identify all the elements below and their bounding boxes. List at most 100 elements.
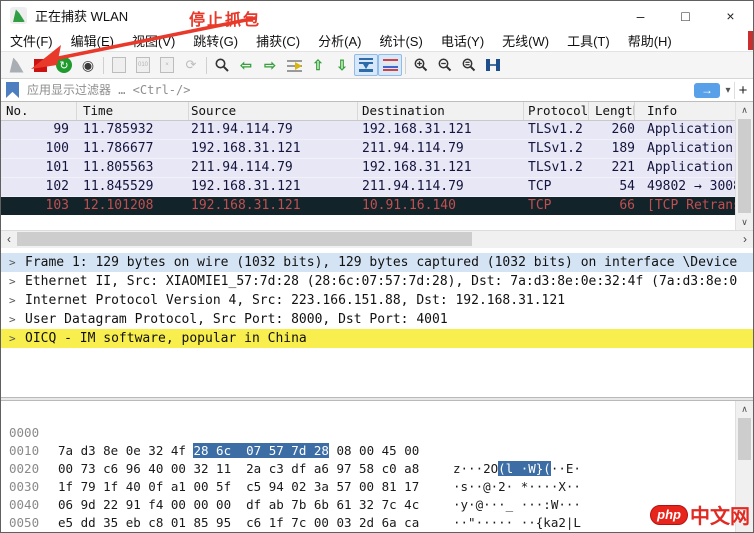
expander-icon[interactable]: > (9, 310, 16, 329)
go-top-button[interactable]: ⇧ (306, 54, 330, 76)
column-header-info[interactable]: Info (635, 102, 738, 120)
close-button[interactable]: × (708, 1, 753, 30)
go-to-packet-button[interactable] (282, 54, 306, 76)
hex-row[interactable]: 0050 1e 08 bd 46 2a 5d 1f ba 6e fb 3a bf… (1, 496, 736, 530)
cell-source: 192.168.31.121 (191, 179, 301, 194)
cell-source: 192.168.31.121 (191, 141, 301, 156)
resize-columns-button[interactable] (481, 54, 505, 76)
display-filter-input[interactable] (25, 80, 694, 100)
close-file-button[interactable]: × (155, 54, 179, 76)
colorize-toggle[interactable] (378, 54, 402, 76)
hex-row[interactable]: 0060 e1 88 aa ba fe 56 a0 ac fc 72 45 99… (1, 514, 736, 532)
save-file-button[interactable]: 010 (131, 54, 155, 76)
zoom-out-button[interactable] (433, 54, 457, 76)
menu-tools[interactable]: 工具(T) (558, 31, 619, 50)
packet-row[interactable]: 101 11.805563 211.94.114.79 192.168.31.121 T… (1, 159, 738, 178)
hex-row[interactable]: 0020 1f 79 1f 40 0f a1 00 5f c5 94 02 3a… (1, 442, 736, 512)
packet-row[interactable]: 102 11.845529 192.168.31.121 211.94.114.79 T… (1, 178, 738, 197)
restart-capture-button[interactable]: ↻ (52, 54, 76, 76)
zoom-in-button[interactable] (409, 54, 433, 76)
expander-icon[interactable]: > (9, 329, 16, 348)
go-forward-button[interactable]: ⇨ (258, 54, 282, 76)
cell-info: Application (647, 160, 734, 175)
detail-row-ip[interactable]: > Internet Protocol Version 4, Src: 223.1… (1, 291, 753, 310)
reload-button[interactable]: ⟳ (179, 54, 203, 76)
hex-row[interactable]: 0010 00 73 c6 96 40 00 32 11 2a c3 df a6… (1, 424, 736, 494)
menu-analyze[interactable]: 分析(A) (309, 31, 370, 50)
column-header-length[interactable]: Length (589, 102, 635, 120)
scroll-left-icon[interactable]: ‹ (1, 231, 17, 247)
scroll-down-icon[interactable]: ∨ (736, 214, 753, 230)
menu-statistics[interactable]: 统计(S) (370, 31, 431, 50)
cell-destination: 211.94.114.79 (362, 141, 464, 156)
expander-icon[interactable]: > (9, 291, 16, 310)
menu-help[interactable]: 帮助(H) (619, 31, 681, 50)
packet-list-hscrollbar[interactable]: ‹ › (1, 230, 753, 249)
go-back-button[interactable]: ⇦ (234, 54, 258, 76)
start-capture-button[interactable] (4, 54, 28, 76)
packet-row-selected[interactable]: 103 12.101208 192.168.31.121 10.91.16.140 TC… (1, 197, 738, 215)
menu-go[interactable]: 跳转(G) (184, 31, 247, 50)
packet-list-header: No. Time Source Destination Protocol Len… (1, 102, 738, 121)
capture-options-button[interactable]: ◉ (76, 54, 100, 76)
detail-row-oicq[interactable]: > OICQ - IM software, popular in China (1, 329, 753, 348)
detail-text: User Datagram Protocol, Src Port: 8000, … (25, 312, 448, 327)
cell-time: 11.805563 (83, 160, 154, 175)
menu-edit[interactable]: 编辑(E) (62, 31, 123, 50)
packet-row[interactable]: 100 11.786677 192.168.31.121 211.94.114.79 T… (1, 140, 738, 159)
hex-row[interactable]: 0000 7a d3 8e 0e 32 4f 28 6c 07 57 7d 28… (1, 406, 736, 476)
zoom-in-icon (414, 58, 428, 72)
cell-source: 192.168.31.121 (191, 198, 301, 213)
scroll-up-icon[interactable]: ∧ (736, 401, 753, 417)
menu-telephony[interactable]: 电话(Y) (432, 31, 493, 50)
scrollbar-thumb[interactable] (738, 418, 751, 460)
hex-dump-pane: 0000 7a d3 8e 0e 32 4f 28 6c 07 57 7d 28… (1, 401, 736, 532)
menu-view[interactable]: 视图(V) (123, 31, 184, 50)
detail-row-udp[interactable]: > User Datagram Protocol, Src Port: 8000,… (1, 310, 753, 329)
auto-scroll-toggle[interactable] (354, 54, 378, 76)
go-to-packet-icon (286, 59, 302, 72)
hex-row[interactable]: 0030 06 9d 22 91 f4 00 00 00 df ab 7b 6b… (1, 460, 736, 530)
add-filter-button[interactable]: + (734, 81, 751, 99)
column-header-protocol[interactable]: Protocol (524, 102, 589, 120)
maximize-button[interactable]: □ (663, 1, 708, 30)
hscrollbar-thumb[interactable] (17, 232, 472, 246)
column-header-time[interactable]: Time (77, 102, 189, 120)
cell-time: 12.101208 (83, 198, 154, 213)
packet-row[interactable]: 99 11.785932 211.94.114.79 192.168.31.121 TL… (1, 121, 738, 140)
detail-row-ethernet[interactable]: > Ethernet II, Src: XIAOMIE1_57:7d:28 (28… (1, 272, 753, 291)
expander-icon[interactable]: > (9, 253, 16, 272)
detail-row-frame[interactable]: > Frame 1: 129 bytes on wire (1032 bits),… (1, 253, 753, 272)
column-header-destination[interactable]: Destination (358, 102, 524, 120)
open-file-button[interactable] (107, 54, 131, 76)
cell-no: 101 (45, 160, 69, 175)
resize-columns-icon (486, 59, 500, 71)
zoom-reset-button[interactable] (457, 54, 481, 76)
column-header-no[interactable]: No. (1, 102, 77, 120)
go-back-icon: ⇦ (240, 57, 252, 73)
scroll-up-icon[interactable]: ∧ (736, 102, 753, 118)
wireshark-fin-icon (9, 57, 24, 73)
display-filter-bar: → ▾ + (1, 79, 753, 102)
menu-file[interactable]: 文件(F) (1, 31, 62, 50)
cell-source: 211.94.114.79 (191, 160, 293, 175)
expander-icon[interactable]: > (9, 272, 16, 291)
hex-row[interactable]: 0040 e5 dd 35 eb c8 01 85 95 c6 1f 7c 00… (1, 478, 736, 530)
packet-list-scrollbar[interactable]: ∧ ∨ (735, 102, 753, 230)
menu-wireless[interactable]: 无线(W) (493, 31, 558, 50)
go-bottom-button[interactable]: ⇩ (330, 54, 354, 76)
find-packet-button[interactable] (210, 54, 234, 76)
cell-no: 103 (45, 198, 69, 213)
cell-time: 11.785932 (83, 122, 154, 137)
apply-filter-button[interactable]: → (694, 82, 720, 98)
zoom-out-icon (438, 58, 452, 72)
scroll-right-icon[interactable]: › (737, 231, 753, 247)
column-header-source[interactable]: Source (189, 102, 358, 120)
menu-capture[interactable]: 捕获(C) (247, 31, 309, 50)
stop-capture-button[interactable] (28, 54, 52, 76)
filter-bookmark-icon[interactable] (6, 82, 19, 98)
scrollbar-thumb[interactable] (738, 119, 751, 213)
main-toolbar: ↻ ◉ 010 × ⟳ ⇦ ⇨ ⇧ ⇩ (1, 52, 753, 79)
filter-dropdown-icon[interactable]: ▾ (722, 85, 734, 96)
minimize-button[interactable]: – (618, 1, 663, 30)
